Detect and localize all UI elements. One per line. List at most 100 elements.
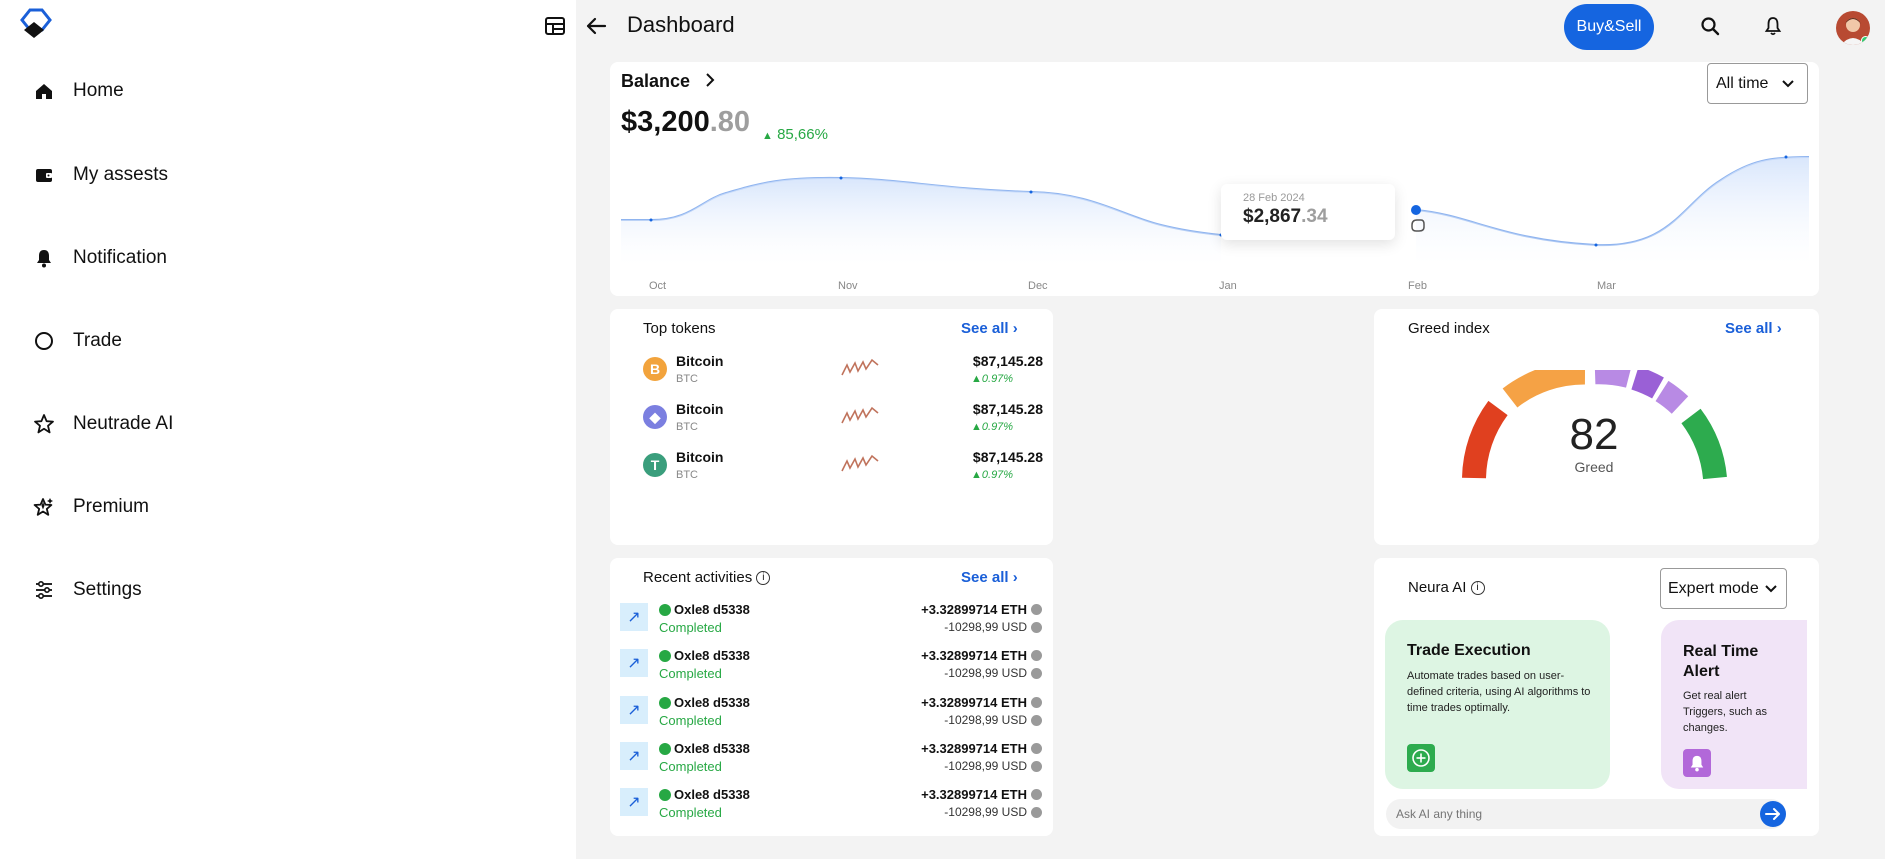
sidebar-item-home[interactable]: Home: [33, 76, 124, 106]
triangle-up-icon: ▲: [762, 130, 773, 142]
sidebar-item-trade[interactable]: Trade: [33, 326, 122, 356]
ai-card-desc: Automate trades based on user-defined cr…: [1407, 670, 1591, 714]
sliders-icon: [33, 579, 55, 601]
token-row[interactable]: B Bitcoin BTC $87,145.28 ▲0.97%: [643, 353, 1043, 393]
arrow-up-right-icon: ↗: [620, 603, 648, 631]
activity-amount: +3.32899714 ETH: [921, 787, 1027, 802]
layout-toggle-icon[interactable]: [545, 17, 565, 40]
activity-status: Completed: [659, 805, 722, 820]
buy-sell-button[interactable]: Buy&Sell: [1564, 4, 1654, 50]
token-change-value: 0.97%: [981, 469, 1014, 481]
token-change: ▲0.97%: [971, 469, 1014, 481]
usd-coin-icon: [1031, 668, 1042, 679]
activity-row[interactable]: ↗ Oxle8 d5338 Completed +3.32899714 ETH …: [620, 740, 1045, 774]
chevron-down-icon: [1782, 75, 1795, 93]
token-symbol: BTC: [676, 373, 698, 385]
balance-area: [621, 177, 1221, 265]
pointer-hand-icon: [1409, 217, 1427, 238]
chart-point: [1029, 190, 1033, 194]
activity-row[interactable]: ↗ Oxle8 d5338 Completed +3.32899714 ETH …: [620, 694, 1045, 728]
gauge-segment-greed-a: [1631, 370, 1664, 399]
ai-card-title: Real Time Alert: [1683, 643, 1759, 680]
back-arrow-icon[interactable]: [585, 16, 607, 41]
chevron-right-icon: ›: [1012, 569, 1018, 586]
token-price: $87,145.28: [972, 353, 1043, 369]
time-range-select[interactable]: All time: [1707, 63, 1808, 104]
recent-activities-title-text: Recent activities: [643, 569, 753, 586]
token-price: $87,145.28: [972, 401, 1043, 417]
activity-amount: +3.32899714 ETH: [921, 648, 1027, 663]
activities-see-all[interactable]: See all ›: [961, 569, 1018, 586]
sidebar-item-label: Premium: [73, 496, 150, 517]
activity-row[interactable]: ↗ Oxle8 d5338 Completed +3.32899714 ETH …: [620, 786, 1045, 820]
activity-status: Completed: [659, 759, 722, 774]
token-price: $87,145.28: [972, 449, 1043, 465]
activity-status: Completed: [659, 620, 722, 635]
sidebar-item-notification[interactable]: Notification: [33, 243, 167, 273]
tooltip-date: 28 Feb 2024: [1243, 192, 1305, 204]
ai-card-desc: Get real alert Triggers, such as changes…: [1683, 690, 1767, 734]
alert-bell-icon[interactable]: [1683, 749, 1711, 777]
ask-ai-input[interactable]: [1386, 799, 1786, 829]
app-logo[interactable]: [20, 8, 52, 38]
ai-mode-select[interactable]: Expert mode: [1660, 568, 1787, 609]
avatar[interactable]: [1836, 11, 1870, 45]
see-all-label: See all: [961, 320, 1009, 337]
eth-coin-icon: [1031, 604, 1042, 615]
token-row[interactable]: T Bitcoin BTC $87,145.28 ▲0.97%: [643, 449, 1043, 489]
activity-amount: +3.32899714 ETH: [921, 695, 1027, 710]
star-sparkle-icon: [33, 496, 55, 518]
token-row[interactable]: ◆ Bitcoin BTC $87,145.28 ▲0.97%: [643, 401, 1043, 441]
activity-name: Oxle8 d5338: [674, 602, 750, 617]
activity-row[interactable]: ↗ Oxle8 d5338 Completed +3.32899714 ETH …: [620, 601, 1045, 635]
activity-usd: -10298,99 USD: [944, 620, 1027, 634]
token-change-value: 0.97%: [981, 373, 1014, 385]
greed-see-all[interactable]: See all ›: [1725, 320, 1782, 337]
chart-highlight-point[interactable]: [1411, 205, 1421, 215]
ai-feature-card-real-time-alert[interactable]: Real Time Alert Get real alert Triggers,…: [1661, 620, 1807, 789]
info-icon[interactable]: i: [756, 571, 771, 586]
activity-amount: +3.32899714 ETH: [921, 602, 1027, 617]
balance-amount: $3,200.80: [621, 106, 750, 139]
activity-name: Oxle8 d5338: [674, 648, 750, 663]
balance-area-right: [1416, 157, 1809, 265]
activity-usd: -10298,99 USD: [944, 713, 1027, 727]
balance-change-value: 85,66%: [777, 126, 828, 143]
ai-feature-card-trade-execution[interactable]: Trade Execution Automate trades based on…: [1385, 620, 1610, 789]
sidebar-item-premium[interactable]: Premium: [33, 492, 149, 522]
activity-amount: +3.32899714 ETH: [921, 741, 1027, 756]
add-circle-icon[interactable]: [1407, 744, 1435, 772]
balance-title[interactable]: Balance: [621, 71, 715, 92]
sidebar-item-neutrade-ai[interactable]: Neutrade AI: [33, 409, 173, 439]
token-symbol: BTC: [676, 469, 698, 481]
tooltip-value-int: $2,867: [1243, 206, 1302, 227]
sidebar-item-my-assets[interactable]: My assests: [33, 160, 168, 190]
search-icon[interactable]: [1700, 16, 1720, 41]
usd-coin-icon: [1031, 807, 1042, 818]
status-dot: [659, 789, 671, 801]
info-icon[interactable]: i: [1470, 581, 1485, 596]
notification-bell-icon[interactable]: [1764, 16, 1782, 41]
token-change-value: 0.97%: [981, 421, 1014, 433]
greed-value: 82: [1569, 410, 1619, 459]
see-all-label: See all: [961, 569, 1009, 586]
month-label: Mar: [1597, 280, 1616, 292]
time-range-value: All time: [1716, 74, 1769, 92]
arrow-up-right-icon: ↗: [620, 788, 648, 816]
activity-row[interactable]: ↗ Oxle8 d5338 Completed +3.32899714 ETH …: [620, 647, 1045, 681]
chart-point: [839, 176, 843, 180]
token-name: Bitcoin: [676, 449, 724, 465]
status-dot: [659, 697, 671, 709]
eth-coin-icon: [1031, 743, 1042, 754]
sidebar-item-label: My assests: [73, 164, 169, 185]
eth-coin-icon: [1031, 789, 1042, 800]
month-label: Dec: [1028, 280, 1048, 292]
sidebar-item-settings[interactable]: Settings: [33, 575, 142, 605]
balance-label-text: Balance: [621, 71, 691, 91]
send-arrow-icon[interactable]: [1760, 801, 1786, 827]
wallet-icon: [33, 164, 55, 186]
status-dot: [659, 604, 671, 616]
balance-amount-int: $3,200: [621, 106, 710, 138]
activity-status: Completed: [659, 713, 722, 728]
top-tokens-see-all[interactable]: See all ›: [961, 320, 1018, 337]
